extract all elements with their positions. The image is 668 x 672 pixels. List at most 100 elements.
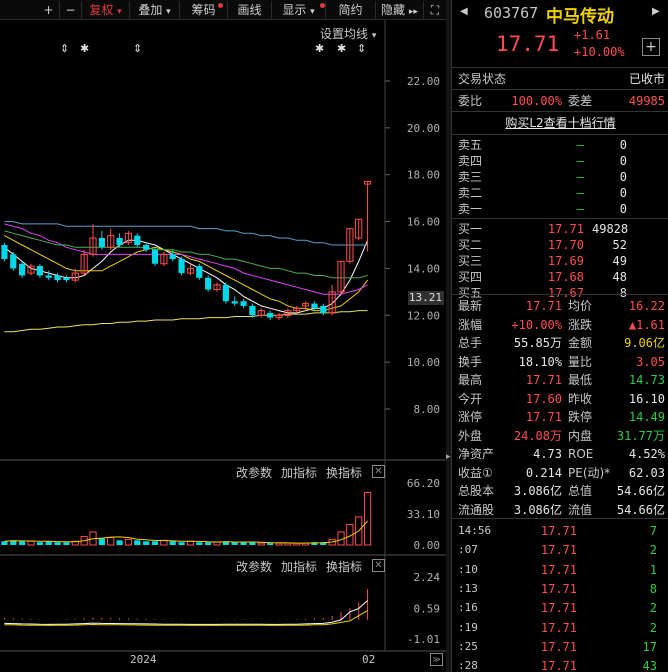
volume-bar [205, 542, 212, 545]
stat-label: 金额 [568, 336, 593, 350]
xianshi-label: 显示 [282, 3, 307, 17]
orderbook-row[interactable]: 卖五 — 0 [452, 137, 668, 153]
orderbook-row[interactable]: 卖四 — 0 [452, 153, 668, 169]
vol-swap-indicator-button[interactable]: 换指标 [326, 464, 362, 481]
candle-body [116, 237, 123, 245]
stat-value: ▲1.61 [628, 317, 665, 332]
x-label-year: 2024 [130, 653, 157, 666]
x-label-month: 02 [362, 653, 376, 666]
event-marker-icon[interactable]: ✱ [315, 42, 324, 55]
orderbook-row[interactable]: 卖一 — 0 [452, 201, 668, 217]
volume-bar [1, 541, 8, 545]
orderbook-price: — [576, 170, 584, 184]
event-marker-icon[interactable]: ⇕ [60, 42, 69, 55]
zoom-out-button[interactable]: − [60, 1, 82, 19]
chart-background [0, 20, 446, 672]
price-tick-label: 14.00 [407, 262, 440, 275]
tick-time: :25 [458, 639, 478, 653]
huaxian-button[interactable]: 画线 [228, 1, 272, 19]
stat-label: 换手 [458, 354, 483, 369]
candle-body [249, 305, 256, 316]
zoom-in-button[interactable]: + [38, 1, 60, 19]
kline-chart[interactable]: 22.0020.0018.0016.0014.0012.0010.008.00 … [0, 20, 446, 672]
stat-value: 54.66亿 [616, 484, 665, 498]
fullscreen-icon[interactable]: ⛶ [424, 1, 446, 19]
stat-label: PE(动)* [568, 465, 611, 480]
event-marker-icon[interactable]: ✱ [80, 42, 89, 55]
l2-link[interactable]: 购买L2查看十档行情 [452, 114, 668, 132]
orderbook-row[interactable]: 卖三 — 0 [452, 169, 668, 185]
close-icon[interactable]: ✕ [372, 559, 385, 572]
tick-time: :16 [458, 601, 478, 615]
tick-row: :10 17.71 1 [452, 561, 668, 579]
scroll-right-icon[interactable]: ≫ [430, 653, 443, 666]
add-watchlist-icon[interactable]: + [642, 38, 660, 56]
yincang-button[interactable]: 隐藏 ▸▸ [376, 1, 424, 19]
macd-tick-label: -1.01 [407, 633, 440, 646]
stat-value: 54.66亿 [616, 502, 665, 517]
stat-value: 62.03 [628, 465, 665, 480]
orderbook-volume: 0 [619, 202, 627, 216]
macd-add-indicator-button[interactable]: 加指标 [281, 558, 317, 575]
orderbook-price: 17.71 [547, 222, 584, 236]
volume-tick-label: 0.00 [414, 539, 441, 552]
stats-row: 流通股 3.086亿 流值 54.66亿 [452, 501, 668, 519]
weibi-label: 委比 [458, 94, 483, 108]
close-icon[interactable]: ✕ [372, 465, 385, 478]
vol-add-indicator-button[interactable]: 加指标 [281, 464, 317, 481]
candle-body [10, 254, 17, 269]
orderbook-row[interactable]: 卖二 — 0 [452, 185, 668, 201]
vol-change-params-button[interactable]: 改参数 [236, 464, 272, 481]
orderbook-level-label: 买四 [458, 270, 483, 284]
orderbook-volume: 52 [612, 238, 627, 252]
diejia-label: 叠加 [138, 3, 163, 17]
tick-price: 17.71 [540, 620, 577, 635]
stat-value: 16.10 [628, 391, 665, 406]
ma-setting-label: 设置均线 [320, 27, 369, 41]
macd-tick-label: 0.59 [414, 602, 441, 615]
stat-value: 4.52% [628, 447, 665, 461]
orderbook-volume: 0 [619, 186, 627, 200]
volume-bar [143, 541, 150, 545]
tick-volume: 43 [642, 659, 657, 672]
ma-setting-button[interactable]: 设置均线 ▾ [320, 25, 376, 42]
jianyue-button[interactable]: 简约 [326, 1, 376, 19]
orderbook-row[interactable]: 买三 17.69 49 [452, 253, 668, 269]
candle-body [178, 259, 185, 274]
stat-label: 收益① [458, 465, 493, 480]
tick-price: 17.71 [540, 659, 577, 672]
macd-swap-indicator-button[interactable]: 换指标 [326, 558, 362, 575]
fuquan-dropdown[interactable]: 复权 ▾ [82, 1, 130, 19]
volume-bar [231, 542, 238, 545]
orderbook-row[interactable]: 买二 17.70 52 [452, 237, 668, 253]
diejia-dropdown[interactable]: 叠加 ▾ [130, 1, 180, 19]
candle-body [222, 284, 229, 302]
current-price-tag: 13.21 [408, 291, 444, 305]
chevron-left-icon[interactable]: ◀ [460, 6, 468, 17]
stats-row: 最新 17.71 均价 16.22 [452, 297, 668, 315]
stat-label: 最低 [568, 373, 593, 387]
candle-body [45, 275, 52, 278]
stats-row: 总手 55.85万 金额 9.06亿 [452, 334, 668, 352]
price-tick-label: 10.00 [407, 356, 440, 369]
orderbook-volume: 0 [619, 154, 627, 168]
chart-toolbar: + − 复权 ▾ 叠加 ▾ 筹码 画线 显示 ▾ 简约 隐藏 ▸▸ ⛶ [0, 0, 446, 20]
chevron-right-icon[interactable]: ▶ [652, 6, 660, 17]
stat-label: 最高 [458, 373, 483, 387]
price-tick-label: 8.00 [414, 403, 441, 416]
weicha-label: 委差 [568, 94, 593, 108]
event-marker-icon[interactable]: ⇕ [133, 42, 142, 55]
candle-body [311, 303, 318, 309]
event-marker-icon[interactable]: ⇕ [357, 42, 366, 55]
orderbook-level-label: 卖四 [458, 154, 483, 168]
orderbook-row[interactable]: 买四 17.68 48 [452, 269, 668, 285]
weibi-row: 委比 100.00% 委差 49985 [452, 92, 668, 110]
grid [0, 20, 446, 672]
orderbook-level-label: 买二 [458, 238, 483, 252]
macd-change-params-button[interactable]: 改参数 [236, 558, 272, 575]
orderbook-volume: 49 [612, 254, 627, 268]
orderbook-row[interactable]: 买一 17.71 49828 [452, 221, 668, 237]
stat-value: 14.73 [628, 373, 665, 387]
xianshi-dropdown[interactable]: 显示 ▾ [272, 1, 326, 19]
event-marker-icon[interactable]: ✱ [337, 42, 346, 55]
